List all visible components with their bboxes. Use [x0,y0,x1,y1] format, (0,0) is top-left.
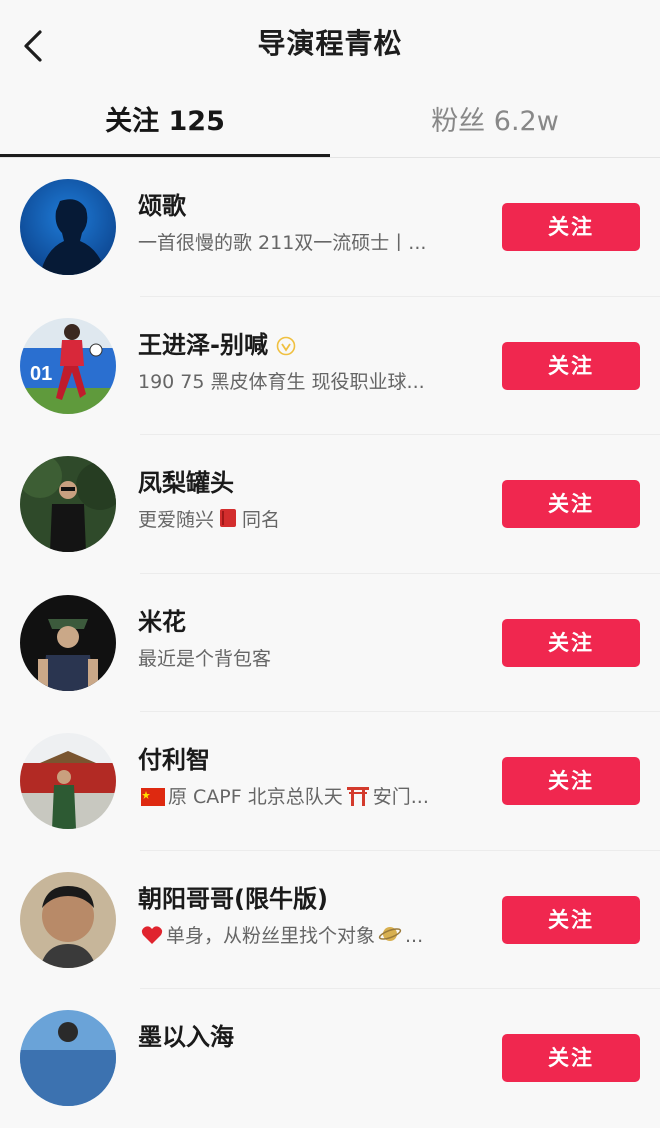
user-bio: 一首很慢的歌 211双一流硕士丨... [138,232,427,254]
book-icon [220,509,237,527]
china-flag-icon [141,788,165,806]
follow-button[interactable]: 关注 [502,341,640,390]
svg-text:01: 01 [30,363,52,385]
tab-following[interactable]: 关注 125 [0,102,330,142]
list-item[interactable]: 米花 最近是个背包客 关注 [0,574,660,712]
follow-button[interactable]: 关注 [502,895,640,944]
page-title: 导演程青松 [257,27,403,60]
verified-badge-icon [276,336,296,355]
avatar[interactable] [20,594,116,691]
follow-button[interactable]: 关注 [502,757,640,805]
user-bio: 单身，从粉丝里找个对象... [138,921,483,948]
user-bio: 190 75 黑皮体育生 现役职业球... [138,370,425,393]
user-name[interactable]: 颂歌 [138,186,186,221]
list-item[interactable]: 01 王进泽-别喊 190 75 黑皮体育生 现役职业球... 关注 [0,297,660,435]
user-name[interactable]: 米花 [138,602,186,637]
avatar[interactable]: 01 [20,317,116,414]
tab-bar: 关注 125 粉丝 6.2w [0,88,660,158]
following-list: 颂歌 一首很慢的歌 211双一流硕士丨... 关注 01 王进泽-别喊 190 … [0,158,660,1128]
follow-button[interactable]: 关注 [502,203,640,251]
user-bio: 更爱随兴 同名 [138,509,281,531]
user-bio: 最近是个背包客 [138,647,272,670]
list-item[interactable]: 朝阳哥哥(限牛版) 单身，从粉丝里找个对象... 关注 [0,851,660,989]
avatar[interactable] [20,733,116,829]
list-item[interactable]: 墨以入海 关注 [0,989,660,1128]
user-name[interactable]: 王进泽-别喊 [138,325,296,360]
list-item[interactable]: 凤梨罐头 更爱随兴 同名 关注 [0,435,660,574]
avatar[interactable] [20,456,116,552]
list-item[interactable]: 颂歌 一首很慢的歌 211双一流硕士丨... 关注 [0,158,660,297]
tab-fans[interactable]: 粉丝 6.2w [330,102,660,142]
user-bio: 原 CAPF 北京总队天 安门... [138,782,483,809]
avatar[interactable] [20,179,116,275]
follow-button[interactable]: 关注 [502,480,640,528]
torii-gate-icon [346,787,369,806]
avatar[interactable] [20,1010,116,1106]
follow-button[interactable]: 关注 [502,1034,640,1082]
user-name[interactable]: 墨以入海 [138,1017,234,1052]
follow-button[interactable]: 关注 [502,618,640,667]
avatar[interactable] [20,871,116,968]
list-item[interactable]: 付利智 原 CAPF 北京总队天 安门... 关注 [0,712,660,851]
planet-icon [378,926,402,941]
top-bar: 导演程青松 [0,0,660,88]
user-name[interactable]: 付利智 [138,740,210,775]
user-name[interactable]: 朝阳哥哥(限牛版) [138,879,328,914]
heart-icon [141,925,163,944]
user-name[interactable]: 凤梨罐头 [138,463,234,498]
